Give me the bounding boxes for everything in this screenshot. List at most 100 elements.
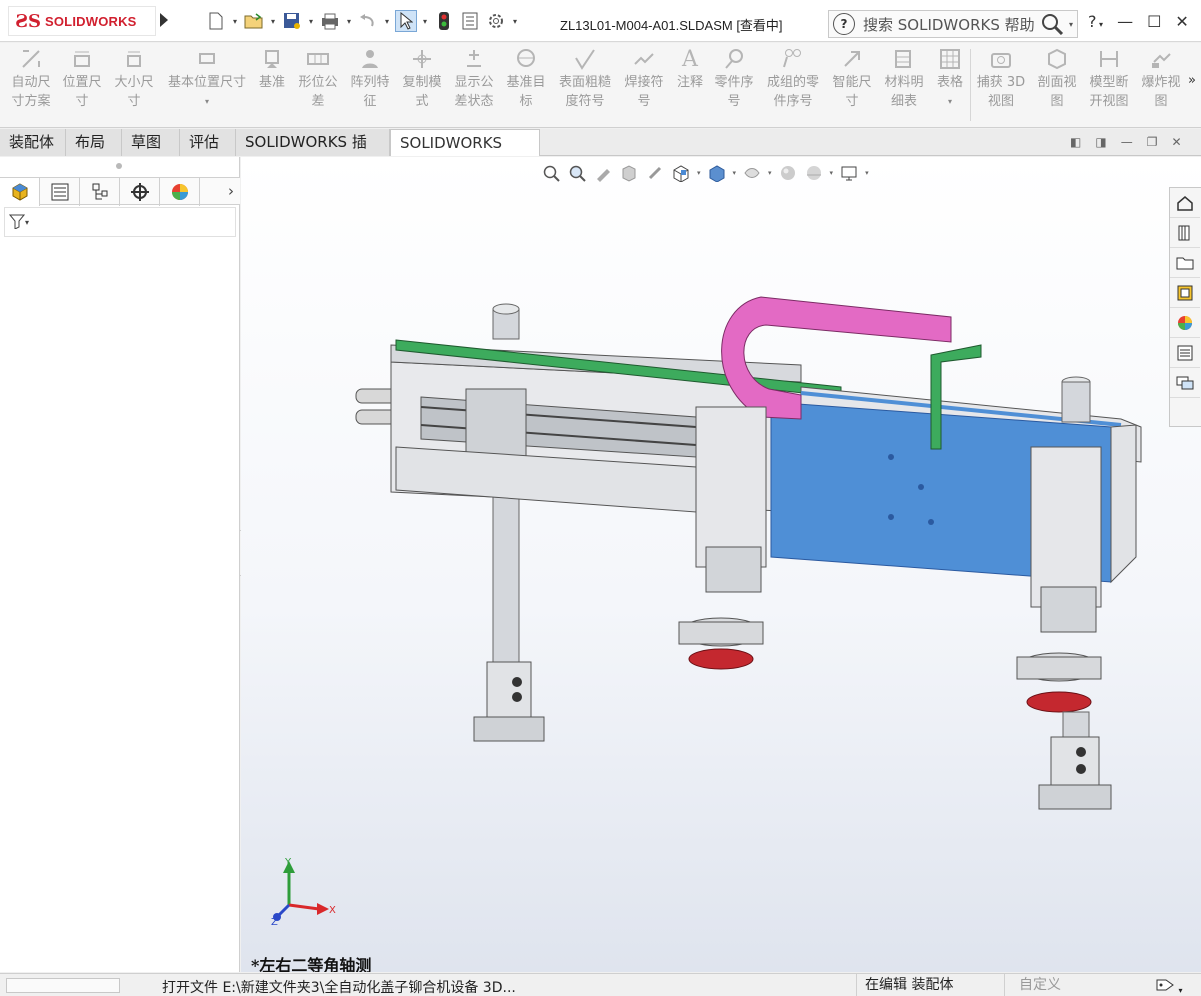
location-dimension-button[interactable]: 位置尺 寸 [58, 47, 106, 111]
geometric-tolerance-button[interactable]: 形位公 差 [294, 47, 342, 111]
table-caret-icon[interactable]: ▾ [948, 92, 952, 111]
viewport-close-icon[interactable]: ✕ [1171, 135, 1181, 149]
surface-finish-button[interactable]: 表面粗糙 度符号 [554, 47, 616, 111]
progress-box [6, 978, 120, 993]
configuration-manager-icon[interactable] [80, 178, 120, 206]
close-icon[interactable]: ✕ [1175, 12, 1188, 31]
viewport-minimize-icon[interactable]: — [1121, 135, 1133, 149]
ribbon-more-button[interactable]: » [1188, 73, 1196, 88]
viewport-restore-icon[interactable]: ❐ [1147, 135, 1158, 149]
search-caret-icon[interactable]: ▾ [1069, 20, 1073, 29]
basic-location-dimension-icon [195, 47, 219, 71]
basic-location-caret-icon[interactable]: ▾ [205, 92, 209, 111]
options-caret-icon[interactable]: ▾ [511, 17, 519, 26]
tolerance-status-button[interactable]: 显示公 差状态 [450, 47, 498, 111]
copy-scheme-button[interactable]: 复制模 式 [398, 47, 446, 111]
datum-button[interactable]: 基准 [254, 47, 290, 92]
feature-manager-icon[interactable] [0, 178, 40, 206]
solidworks-logo[interactable]: ƧS SOLIDWORKS [8, 6, 156, 36]
tolerance-status-icon [462, 47, 486, 71]
viewport-next-icon[interactable]: ◨ [1095, 135, 1106, 149]
window-controls: ? ▾ — ☐ ✕ [1088, 12, 1189, 31]
smart-dimension-icon [840, 47, 864, 71]
exploded-view-button[interactable]: 爆炸视 图 [1136, 47, 1186, 111]
viewport-window-controls: ◧ ◨ — ❐ ✕ [1070, 135, 1182, 149]
open-file-icon[interactable] [243, 10, 265, 32]
rebuild-icon[interactable] [433, 10, 455, 32]
pattern-feature-button[interactable]: 阵列特 征 [346, 47, 394, 111]
bom-button[interactable]: 材料明 细表 [880, 47, 928, 111]
search-box[interactable]: ? 搜索 SOLIDWORKS 帮助 ▾ [828, 10, 1078, 38]
more-managers-icon[interactable]: › [228, 182, 234, 200]
tab-assembly[interactable]: 装配体 [0, 129, 66, 156]
size-dimension-button[interactable]: 大小尺 寸 [110, 47, 158, 111]
status-tag-icon[interactable]: ▾ [1156, 977, 1182, 996]
custom-properties-icon[interactable] [1170, 338, 1200, 368]
viewport-prev-icon[interactable]: ◧ [1070, 135, 1081, 149]
ribbon-separator [970, 49, 971, 121]
axis-x-label: X [329, 905, 336, 916]
table-button[interactable]: 表格 ▾ [932, 47, 968, 111]
undo-icon[interactable] [357, 10, 379, 32]
note-button[interactable]: A 注释 [672, 47, 708, 92]
design-library-icon[interactable] [1170, 218, 1200, 248]
home-icon[interactable] [1170, 188, 1200, 218]
help-button[interactable]: ? ▾ [1088, 12, 1103, 31]
view-palette-icon[interactable] [1170, 278, 1200, 308]
basic-location-dimension-button[interactable]: 基本位置尺寸 ▾ [164, 47, 250, 111]
display-manager-icon[interactable] [160, 178, 200, 206]
capture-3d-view-icon [989, 47, 1013, 71]
balloon-icon [722, 47, 746, 71]
balloon-button[interactable]: 零件序 号 [710, 47, 758, 111]
open-caret-icon[interactable]: ▾ [269, 17, 277, 26]
select-caret-icon[interactable]: ▾ [421, 17, 429, 26]
model-break-view-button[interactable]: 模型断 开视图 [1084, 47, 1134, 111]
undo-caret-icon[interactable]: ▾ [383, 17, 391, 26]
file-explorer-icon[interactable] [1170, 248, 1200, 278]
datum-target-button[interactable]: 基准目 标 [502, 47, 550, 111]
capture-3d-view-button[interactable]: 捕获 3D 视图 [974, 47, 1028, 111]
tab-solidworks-addins[interactable]: SOLIDWORKS 插件 [236, 129, 390, 178]
tab-solidworks-mbd[interactable]: SOLIDWORKS MBD [390, 129, 540, 179]
filter-caret-icon[interactable]: ▾ [25, 218, 29, 227]
section-view-button[interactable]: 剖面视 图 [1032, 47, 1082, 111]
print-icon[interactable] [319, 10, 341, 32]
weld-symbol-button[interactable]: 焊接符 号 [620, 47, 668, 111]
bom-icon [892, 47, 916, 71]
quick-access-toolbar: ▾ ▾ ▾ ▾ ▾ ▾ ▾ [205, 10, 519, 32]
new-document-icon[interactable] [205, 10, 227, 32]
tab-evaluate[interactable]: 评估 [180, 129, 236, 156]
ds-logo-icon: ƧS [15, 10, 41, 32]
smart-dimension-button[interactable]: 智能尺 寸 [828, 47, 876, 111]
stacked-balloon-icon [781, 47, 805, 71]
search-icon[interactable] [1037, 11, 1069, 37]
appearances-icon[interactable] [1170, 308, 1200, 338]
select-arrow-icon[interactable] [395, 10, 417, 32]
weld-symbol-icon [632, 47, 656, 71]
save-caret-icon[interactable]: ▾ [307, 17, 315, 26]
print-caret-icon[interactable]: ▾ [345, 17, 353, 26]
panel-grip-icon[interactable] [116, 163, 122, 169]
maximize-icon[interactable]: ☐ [1147, 12, 1161, 31]
assembly-model[interactable] [241, 157, 1201, 972]
property-manager-icon[interactable] [40, 178, 80, 206]
brand-logo-text: SOLIDWORKS [45, 13, 137, 29]
dimxpert-manager-icon[interactable] [120, 178, 160, 206]
save-icon[interactable] [281, 10, 303, 32]
stacked-balloon-button[interactable]: 成组的零 件序号 [762, 47, 824, 111]
options-gear-icon[interactable] [485, 10, 507, 32]
menu-expand-icon[interactable] [160, 13, 168, 27]
new-caret-icon[interactable]: ▾ [231, 17, 239, 26]
filter-icon[interactable] [8, 213, 26, 232]
task-pane [1169, 187, 1201, 427]
file-properties-icon[interactable] [459, 10, 481, 32]
tab-layout[interactable]: 布局 [66, 129, 122, 156]
search-input[interactable]: 搜索 SOLIDWORKS 帮助 [863, 14, 1037, 35]
status-custom[interactable]: 自定义 [1004, 974, 1134, 996]
graphics-area[interactable]: ▾ ▾ ▾ ▾ ▾ Y X Z *左右二等角轴测 [241, 157, 1201, 972]
tab-sketch[interactable]: 草图 [122, 129, 180, 156]
filter-box[interactable]: ▾ [4, 207, 236, 237]
forum-icon[interactable] [1170, 368, 1200, 398]
auto-dimension-button[interactable]: 自动尺 寸方案 [6, 47, 56, 111]
minimize-icon[interactable]: — [1117, 12, 1133, 31]
